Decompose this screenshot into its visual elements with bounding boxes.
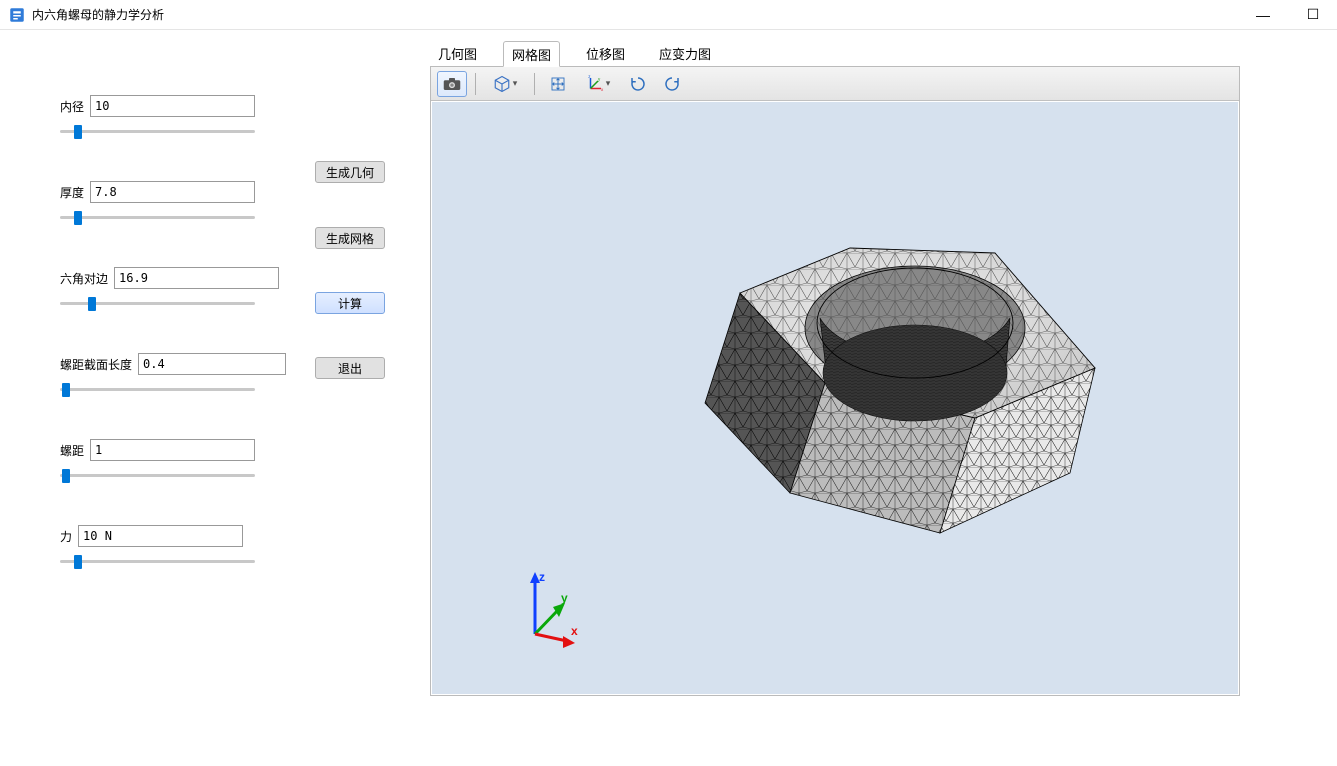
hex-af-input[interactable] [114,267,279,289]
chevron-down-icon: ▾ [606,78,611,89]
thickness-label: 厚度 [60,184,84,201]
parameters-panel: 内径 厚度 六角对边 [0,30,430,766]
minimize-button[interactable]: — [1253,7,1273,23]
force-slider[interactable] [60,553,255,571]
axis-z-label: z [539,570,545,584]
tab-geometry[interactable]: 几何图 [430,40,485,66]
inner-diameter-slider[interactable] [60,123,255,141]
force-input[interactable] [78,525,243,547]
hex-af-label: 六角对边 [60,270,108,287]
window-title: 内六角螺母的静力学分析 [32,6,164,23]
svg-text:y: y [598,76,601,81]
axis-y-label: y [561,591,568,605]
generate-mesh-button[interactable]: 生成网格 [315,227,385,249]
window-controls: — ☐ [1253,6,1329,23]
thickness-input[interactable] [90,181,255,203]
param-pitch: 螺距 [60,439,400,485]
exit-button[interactable]: 退出 [315,357,385,379]
thickness-slider[interactable] [60,209,255,227]
param-thickness: 厚度 [60,181,400,227]
pitch-slider[interactable] [60,467,255,485]
param-force: 力 [60,525,400,571]
3d-viewport[interactable]: z y x [431,101,1239,695]
generate-geometry-button[interactable]: 生成几何 [315,161,385,183]
svg-text:x: x [601,86,604,91]
inner-diameter-input[interactable] [90,95,255,117]
tab-stress[interactable]: 应变力图 [651,40,719,66]
axis-gizmo: z y x [517,569,587,649]
tab-mesh[interactable]: 网格图 [503,41,560,67]
move-icon[interactable] [543,71,573,97]
tab-disp[interactable]: 位移图 [578,40,633,66]
camera-icon[interactable] [437,71,467,97]
view-tabs: 几何图 网格图 位移图 应变力图 [430,40,1337,66]
axis-x-label: x [571,624,578,638]
pitch-input[interactable] [90,439,255,461]
titlebar: 内六角螺母的静力学分析 — ☐ [0,0,1337,30]
cube-icon[interactable]: ▾ [484,71,526,97]
view-container: ▾ z y x ▾ [430,66,1240,696]
view-toolbar: ▾ z y x ▾ [431,67,1239,101]
axes-icon[interactable]: z y x ▾ [577,71,619,97]
pitch-section-label: 螺距截面长度 [60,356,132,373]
toolbar-separator [475,73,476,95]
app-icon [8,6,26,24]
param-inner-diameter: 内径 [60,95,400,141]
pitch-label: 螺距 [60,442,84,459]
compute-button[interactable]: 计算 [315,292,385,314]
pitch-section-slider[interactable] [60,381,255,399]
inner-diameter-label: 内径 [60,98,84,115]
chevron-down-icon: ▾ [513,78,518,89]
pitch-section-input[interactable] [138,353,286,375]
rotate-cw-icon[interactable] [623,71,653,97]
toolbar-separator [534,73,535,95]
force-label: 力 [60,528,72,545]
rotate-ccw-icon[interactable] [657,71,687,97]
hex-af-slider[interactable] [60,295,255,313]
maximize-button[interactable]: ☐ [1303,6,1323,23]
main-area: 几何图 网格图 位移图 应变力图 ▾ [430,30,1337,766]
